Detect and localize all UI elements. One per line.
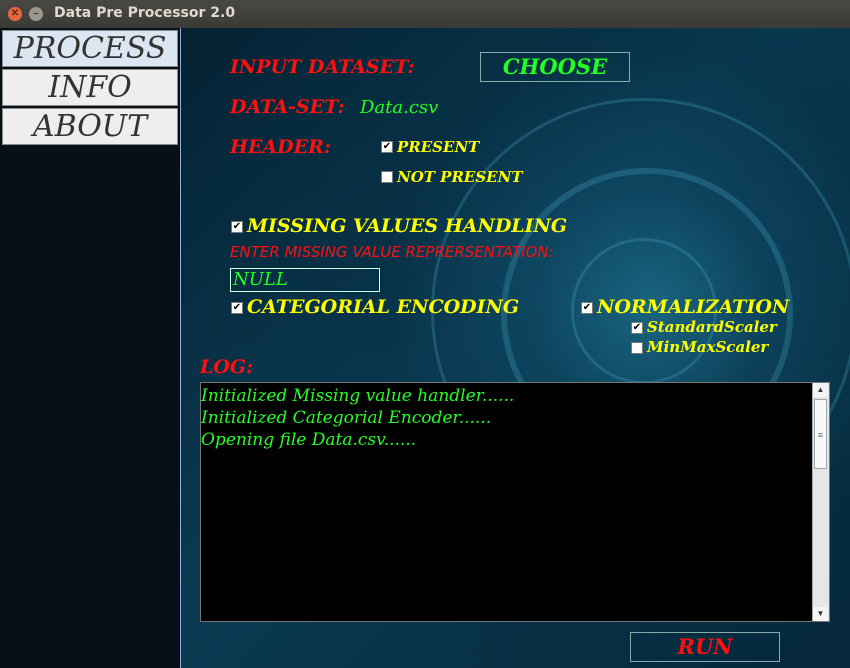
header-present-checkbox[interactable]: ✔ bbox=[381, 141, 393, 153]
missing-repr-input[interactable]: NULL bbox=[230, 268, 380, 292]
header-not-present-checkbox[interactable] bbox=[381, 171, 393, 183]
missing-repr-label: ENTER MISSING VALUE REPRERSENTATION: bbox=[230, 243, 554, 261]
check-icon: ✔ bbox=[632, 322, 642, 333]
scroll-down-icon[interactable]: ▼ bbox=[813, 607, 828, 621]
tab-about[interactable]: ABOUT bbox=[2, 108, 178, 145]
header-present-label: PRESENT bbox=[397, 138, 480, 156]
log-scrollbar[interactable]: ▲ ≡ ▼ bbox=[812, 383, 829, 621]
normalization-label: NORMALIZATION bbox=[597, 296, 790, 318]
categorial-encoding-label: CATEGORIAL ENCODING bbox=[247, 296, 520, 318]
log-area[interactable]: Initialized Missing value handler...... … bbox=[200, 382, 830, 622]
categorial-encoding-checkbox[interactable]: ✔ bbox=[231, 302, 243, 314]
tab-info[interactable]: INFO bbox=[2, 69, 178, 106]
log-line: Initialized Missing value handler...... bbox=[201, 386, 515, 406]
normalization-checkbox[interactable]: ✔ bbox=[581, 302, 593, 314]
dataset-label: DATA-SET: bbox=[230, 96, 345, 118]
minmax-scaler-label: MinMaxScaler bbox=[647, 338, 769, 356]
log-line: Opening file Data.csv...... bbox=[201, 430, 417, 450]
choose-button[interactable]: CHOOSE bbox=[480, 52, 630, 82]
minimize-icon[interactable]: – bbox=[29, 7, 43, 21]
standard-scaler-checkbox[interactable]: ✔ bbox=[631, 322, 643, 334]
title-bar: ✕ – Data Pre Processor 2.0 bbox=[0, 0, 850, 28]
sidebar: PROCESS INFO ABOUT bbox=[0, 28, 180, 668]
minmax-scaler-checkbox[interactable] bbox=[631, 342, 643, 354]
log-lines: Initialized Missing value handler...... … bbox=[201, 385, 813, 451]
check-icon: ✔ bbox=[582, 302, 592, 313]
log-line: Initialized Categorial Encoder...... bbox=[201, 408, 492, 428]
check-icon: ✔ bbox=[232, 221, 242, 232]
close-icon[interactable]: ✕ bbox=[8, 7, 22, 21]
scroll-up-icon[interactable]: ▲ bbox=[813, 383, 828, 397]
scroll-thumb[interactable]: ≡ bbox=[814, 399, 827, 469]
missing-values-label: MISSING VALUES HANDLING bbox=[247, 215, 568, 237]
dataset-value: Data.csv bbox=[360, 97, 439, 118]
missing-values-checkbox[interactable]: ✔ bbox=[231, 221, 243, 233]
header-label: HEADER: bbox=[230, 136, 331, 158]
log-label: LOG: bbox=[200, 356, 254, 378]
check-icon: ✔ bbox=[382, 141, 392, 152]
check-icon: ✔ bbox=[232, 302, 242, 313]
run-button[interactable]: RUN bbox=[630, 632, 780, 662]
input-dataset-label: INPUT DATASET: bbox=[230, 56, 415, 78]
header-not-present-label: NOT PRESENT bbox=[397, 168, 523, 186]
standard-scaler-label: StandardScaler bbox=[647, 318, 777, 336]
window-title: Data Pre Processor 2.0 bbox=[54, 5, 236, 21]
tab-process[interactable]: PROCESS bbox=[2, 30, 178, 67]
